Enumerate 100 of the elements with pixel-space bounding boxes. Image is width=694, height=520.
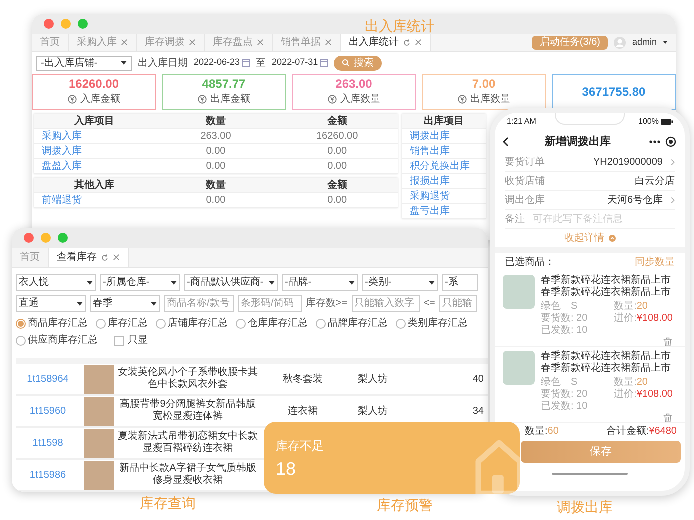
save-button[interactable]: 保存 [521, 441, 681, 463]
radio-option[interactable]: 供应商库存汇总 [16, 333, 98, 348]
table-link[interactable]: 积分兑换出库 [402, 159, 486, 174]
photo-placeholder [503, 275, 535, 309]
dropdown[interactable]: -所属仓库- [100, 274, 180, 291]
caret-icon[interactable] [663, 41, 668, 44]
price-value: ¥108.00 [636, 313, 673, 325]
store-dropdown[interactable]: -出入库店铺- [36, 56, 132, 70]
column-header: 其他入库 [74, 178, 116, 193]
stat-value: 3671755.80 [582, 84, 646, 100]
input-field[interactable]: 只能输入数字 [352, 295, 420, 312]
radio-option[interactable]: 店铺库存汇总 [156, 316, 228, 331]
close-button[interactable] [24, 233, 34, 243]
product-code-link[interactable]: 1t15986 [16, 468, 80, 482]
table-link[interactable]: 前端退货 [34, 193, 156, 208]
input-field[interactable]: 商品名称/款号 [164, 295, 234, 312]
table-cell-text: 秋冬套装 [282, 372, 324, 386]
table-cell-text: 0.00 [205, 194, 227, 208]
maximize-button[interactable] [78, 19, 88, 29]
close-icon[interactable] [113, 254, 120, 261]
product-name: 高腰背带9分阔腿裤女新品韩版宽松显瘦连体裤 [119, 399, 257, 423]
table-link[interactable]: 销售出库 [402, 144, 486, 159]
price-label: 进价: [614, 389, 637, 401]
refresh-icon[interactable] [101, 254, 109, 262]
dropdown[interactable]: 直通 [16, 295, 86, 312]
table-link[interactable]: 盘盈入库 [34, 159, 156, 174]
photo-placeholder [503, 351, 535, 385]
coin-icon [198, 95, 206, 104]
dropdown[interactable]: -系 [442, 274, 478, 291]
trash-icon[interactable] [663, 413, 673, 423]
menu-capsule-icon[interactable] [647, 136, 677, 148]
table-cell-text: 0.00 [326, 194, 348, 208]
stat-label: 入库金额 [80, 92, 120, 107]
caret-icon [77, 302, 83, 306]
field-label: 调出仓库 [505, 194, 545, 208]
radio-option[interactable]: 库存汇总 [96, 316, 148, 331]
tab[interactable]: 出入库统计 [341, 34, 431, 51]
refresh-icon[interactable] [403, 38, 411, 46]
total-amount: ¥6480 [649, 424, 677, 438]
radio-option[interactable]: 仓库库存汇总 [236, 316, 308, 331]
chevron-icon[interactable] [671, 158, 675, 166]
shipped-qty: 已发数: 10 [541, 401, 589, 413]
table-link[interactable]: 调拨入库 [34, 144, 156, 159]
section-label: 已选商品： [505, 256, 555, 270]
table-link[interactable]: 报损出库 [402, 174, 486, 189]
caret-icon [349, 280, 355, 284]
product-code-link[interactable]: 1t15960 [16, 404, 80, 418]
dropdown[interactable]: 春季 [90, 295, 160, 312]
close-icon[interactable] [189, 39, 196, 46]
close-icon[interactable] [257, 39, 264, 46]
dropdown[interactable]: -商品默认供应商- [184, 274, 278, 291]
field-label: 要货订单 [505, 156, 545, 170]
close-icon[interactable] [121, 39, 128, 46]
table-cell-text: 0.00 [205, 160, 227, 174]
radio-option[interactable]: 类别库存汇总 [396, 316, 468, 331]
table-cell-text: 0.00 [205, 145, 227, 159]
price-value: ¥108.00 [636, 389, 673, 401]
caret-icon [151, 302, 157, 306]
stat-value: 263.00 [336, 77, 372, 92]
caret-icon [429, 280, 435, 284]
dropdown[interactable]: -品牌- [282, 274, 358, 291]
trash-icon[interactable] [663, 337, 673, 347]
table-link[interactable]: 采购退货 [402, 189, 486, 204]
column-header: 金额 [326, 114, 348, 129]
task-button[interactable]: 启动任务(3/6) [532, 36, 608, 50]
radio-option[interactable]: 品牌库存汇总 [316, 316, 388, 331]
close-icon[interactable] [415, 39, 422, 46]
qty-label: 数量: [614, 377, 637, 388]
chevron-icon[interactable] [671, 196, 675, 204]
avatar-icon [614, 36, 626, 48]
feature-caption: 调拨出库 [556, 498, 614, 516]
tab[interactable]: 查看库存 [49, 248, 129, 267]
product-code-link[interactable]: 1t1598 [16, 436, 80, 450]
date-field[interactable]: 2022-07-31 [272, 56, 328, 70]
column-header: 数量 [204, 178, 227, 193]
back-icon[interactable] [503, 137, 509, 147]
date-field[interactable]: 2022-06-23 [194, 56, 250, 70]
checkbox[interactable]: 只显 [114, 333, 148, 348]
input-field[interactable]: 只能输 [439, 295, 478, 312]
collapse-link[interactable]: 收起详情 [495, 229, 685, 247]
table-link[interactable]: 调拨出库 [402, 129, 486, 144]
sync-link[interactable]: 同步数量 [635, 254, 675, 270]
battery-icon [661, 119, 673, 125]
close-button[interactable] [44, 19, 54, 29]
input-field[interactable]: 条形码/简码 [238, 295, 302, 312]
product-code-link[interactable]: 1t158964 [16, 372, 80, 386]
table-link[interactable]: 采购入库 [34, 129, 156, 144]
search-icon [342, 59, 350, 67]
field-label: 收货店铺 [505, 174, 545, 188]
dropdown[interactable]: -类别- [362, 274, 438, 291]
maximize-button[interactable] [58, 233, 68, 243]
qty-value: 20 [636, 301, 648, 313]
product-name: 夏装新法式吊带初恋裙女中长款显瘦百褶碎纺连衣裙 [118, 431, 258, 455]
radio-option[interactable]: 商品库存汇总 [16, 316, 88, 331]
close-icon[interactable] [325, 39, 332, 46]
search-button[interactable]: 搜索 [334, 56, 382, 70]
table-link[interactable]: 盘亏出库 [402, 204, 486, 219]
dropdown[interactable]: 衣人悦 [16, 274, 96, 291]
column-header: 出库项目 [423, 114, 465, 129]
page-title: 新增调拨出库 [545, 134, 611, 150]
